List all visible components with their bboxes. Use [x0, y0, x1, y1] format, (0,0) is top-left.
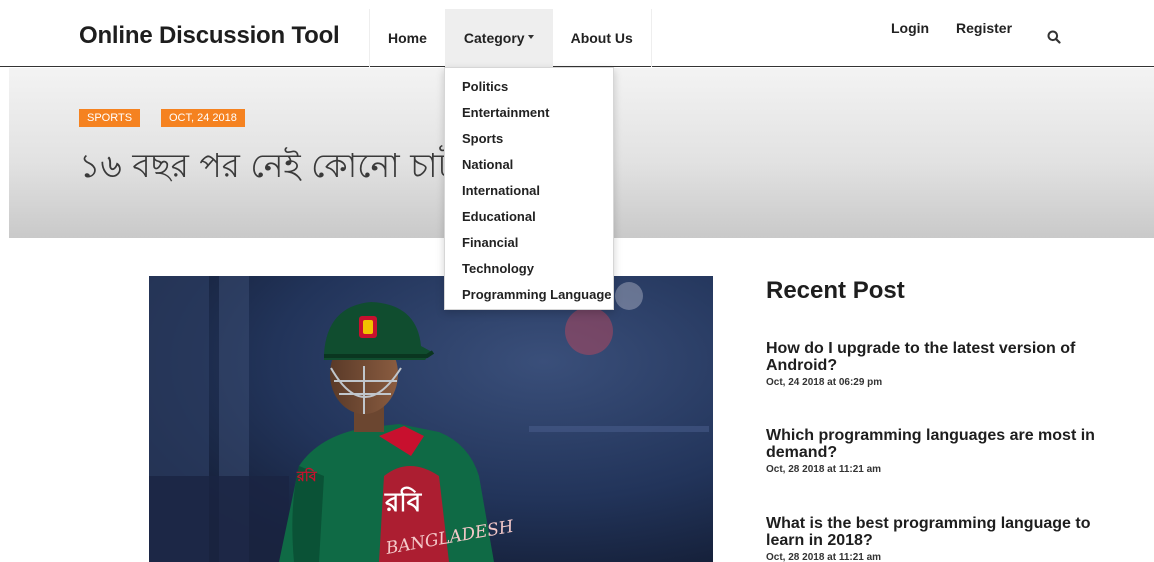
main-nav: Home Category About Us: [369, 9, 652, 67]
top-navbar: Online Discussion Tool Home Category Abo…: [0, 0, 1154, 67]
nav-about-us[interactable]: About Us: [553, 9, 652, 67]
dropdown-item-financial[interactable]: Financial: [445, 230, 613, 256]
recent-post-item[interactable]: How do I upgrade to the latest version o…: [766, 340, 1096, 388]
jersey-logo-text: রবি: [384, 486, 423, 518]
recent-post-title[interactable]: What is the best programming language to…: [766, 515, 1096, 549]
category-dropdown: Politics Entertainment Sports National I…: [444, 67, 614, 310]
category-badge[interactable]: SPORTS: [79, 109, 141, 127]
dropdown-item-entertainment[interactable]: Entertainment: [445, 100, 613, 126]
date-badge: OCT, 24 2018: [161, 109, 245, 127]
dropdown-item-sports[interactable]: Sports: [445, 126, 613, 152]
dropdown-item-programming-language[interactable]: Programming Language: [445, 282, 613, 308]
cricket-player-photo: রবি BANGLADESH রবি: [149, 276, 713, 562]
register-link[interactable]: Register: [956, 20, 1012, 36]
caret-down-icon: [527, 35, 534, 39]
recent-post-date: Oct, 24 2018 at 06:29 pm: [766, 377, 883, 388]
site-brand[interactable]: Online Discussion Tool: [79, 22, 340, 50]
recent-post-title[interactable]: How do I upgrade to the latest version o…: [766, 340, 1096, 374]
dropdown-item-national[interactable]: National: [445, 152, 613, 178]
recent-post-item[interactable]: What is the best programming language to…: [766, 515, 1096, 562]
recent-post-date: Oct, 28 2018 at 11:21 am: [766, 464, 882, 475]
nav-about-label: About Us: [570, 30, 633, 46]
dropdown-item-technology[interactable]: Technology: [445, 256, 613, 282]
article-image: রবি BANGLADESH রবি: [149, 276, 713, 562]
search-icon[interactable]: [1047, 30, 1061, 44]
login-link[interactable]: Login: [891, 20, 929, 36]
recent-post-date: Oct, 28 2018 at 11:21 am: [766, 552, 882, 562]
nav-category[interactable]: Category: [445, 9, 553, 67]
sleeve-logo-text: রবি: [296, 467, 318, 485]
article-title: ১৬ বছর পর নেই কোনো চাট: [79, 146, 456, 185]
dropdown-item-international[interactable]: International: [445, 178, 613, 204]
recent-post-title[interactable]: Which programming languages are most in …: [766, 427, 1096, 461]
nav-home-label: Home: [388, 30, 427, 46]
dropdown-item-educational[interactable]: Educational: [445, 204, 613, 230]
nav-category-label: Category: [463, 30, 525, 46]
recent-post-item[interactable]: Which programming languages are most in …: [766, 427, 1096, 475]
dropdown-item-politics[interactable]: Politics: [445, 74, 613, 100]
nav-home[interactable]: Home: [370, 9, 446, 67]
recent-post-heading: Recent Post: [766, 277, 905, 304]
